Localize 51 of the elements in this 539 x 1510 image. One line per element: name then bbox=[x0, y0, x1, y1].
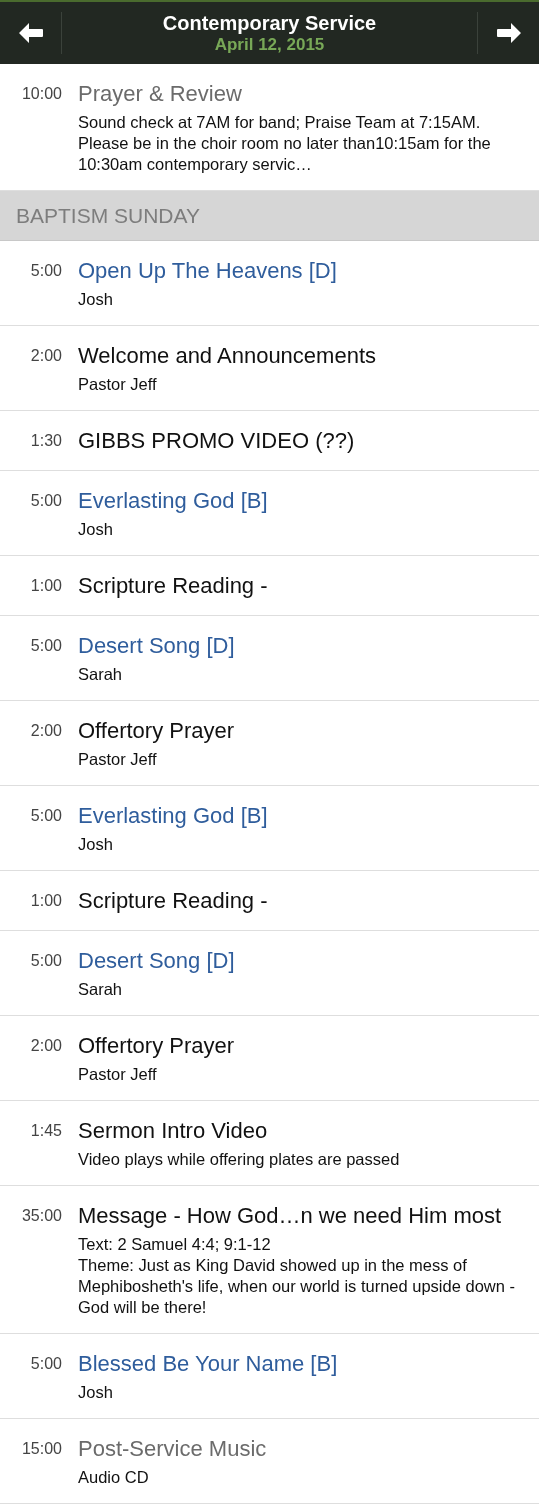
item-title[interactable]: Sermon Intro Video bbox=[78, 1117, 529, 1145]
duration-text: 5:00 bbox=[29, 951, 62, 971]
item-title[interactable]: Everlasting God [B] bbox=[78, 802, 529, 830]
duration-text: 1:00 bbox=[29, 891, 62, 911]
item-title[interactable]: Message - How God…n we need Him most bbox=[78, 1202, 529, 1230]
duration-text: 1:00 bbox=[29, 576, 62, 596]
item-detail: Video plays while offering plates are passed bbox=[78, 1149, 401, 1170]
item-detail: Josh bbox=[78, 834, 114, 855]
left-arrow-icon bbox=[17, 22, 44, 44]
item-title[interactable]: Post-Service Music bbox=[78, 1435, 529, 1463]
duration-text: 5:00 bbox=[29, 1354, 62, 1374]
item-title[interactable]: GIBBS PROMO VIDEO (??) bbox=[78, 427, 529, 455]
item-detail: Theme: Just as King David showed up in the mess of Mephibosheth's life, when our world is turned upside down - God will be there! bbox=[78, 1255, 516, 1318]
duration-text: 35:00 bbox=[20, 1206, 62, 1226]
item-title[interactable]: Scripture Reading - bbox=[78, 887, 529, 915]
duration-text: 5:00 bbox=[29, 491, 62, 511]
service-title: Contemporary Service bbox=[162, 11, 377, 35]
service-date: April 12, 2015 bbox=[214, 34, 325, 55]
duration-text: 15:00 bbox=[20, 1439, 62, 1459]
item-detail: Josh bbox=[78, 289, 114, 310]
item-title[interactable]: Scripture Reading - bbox=[78, 572, 529, 600]
duration-text: 2:00 bbox=[29, 1036, 62, 1056]
item-detail: Sarah bbox=[78, 979, 124, 1000]
item-title[interactable]: Blessed Be Your Name [B] bbox=[78, 1350, 529, 1378]
item-title[interactable]: Desert Song [D] bbox=[78, 947, 529, 975]
duration-text: 2:00 bbox=[29, 721, 62, 741]
item-title[interactable]: Offertory Prayer bbox=[78, 717, 529, 745]
right-arrow-icon bbox=[495, 22, 522, 44]
duration-text: 1:45 bbox=[29, 1121, 62, 1141]
item-title[interactable]: Everlasting God [B] bbox=[78, 487, 529, 515]
item-detail: Pastor Jeff bbox=[78, 374, 158, 395]
item-detail: Josh bbox=[78, 1382, 114, 1403]
duration-text: 5:00 bbox=[29, 261, 62, 281]
duration-text: 5:00 bbox=[29, 806, 62, 826]
item-title[interactable]: Desert Song [D] bbox=[78, 632, 529, 660]
item-title[interactable]: Prayer & Review bbox=[78, 80, 529, 108]
item-title[interactable]: Welcome and Announcements bbox=[78, 342, 529, 370]
item-detail: Sarah bbox=[78, 664, 124, 685]
item-detail: Audio CD bbox=[78, 1467, 150, 1488]
section-header: BAPTISM SUNDAY bbox=[0, 191, 539, 241]
duration-text: 2:00 bbox=[29, 346, 62, 366]
duration-text: 5:00 bbox=[29, 636, 62, 656]
item-title[interactable]: Offertory Prayer bbox=[78, 1032, 529, 1060]
item-detail: Pastor Jeff bbox=[78, 749, 158, 770]
item-title[interactable]: Open Up The Heavens [D] bbox=[78, 257, 529, 285]
duration-text: 1:30 bbox=[29, 431, 62, 451]
item-detail: Sound check at 7AM for band; Praise Team at 7:15AM. Please be in the choir room no later than10:15am for the 10:30am contemporary servic… bbox=[78, 112, 492, 175]
item-detail: Text: 2 Samuel 4:4; 9:1-12 bbox=[78, 1234, 272, 1255]
item-detail: Josh bbox=[78, 519, 114, 540]
item-detail: Pastor Jeff bbox=[78, 1064, 158, 1085]
duration-text: 10:00 bbox=[20, 84, 62, 104]
